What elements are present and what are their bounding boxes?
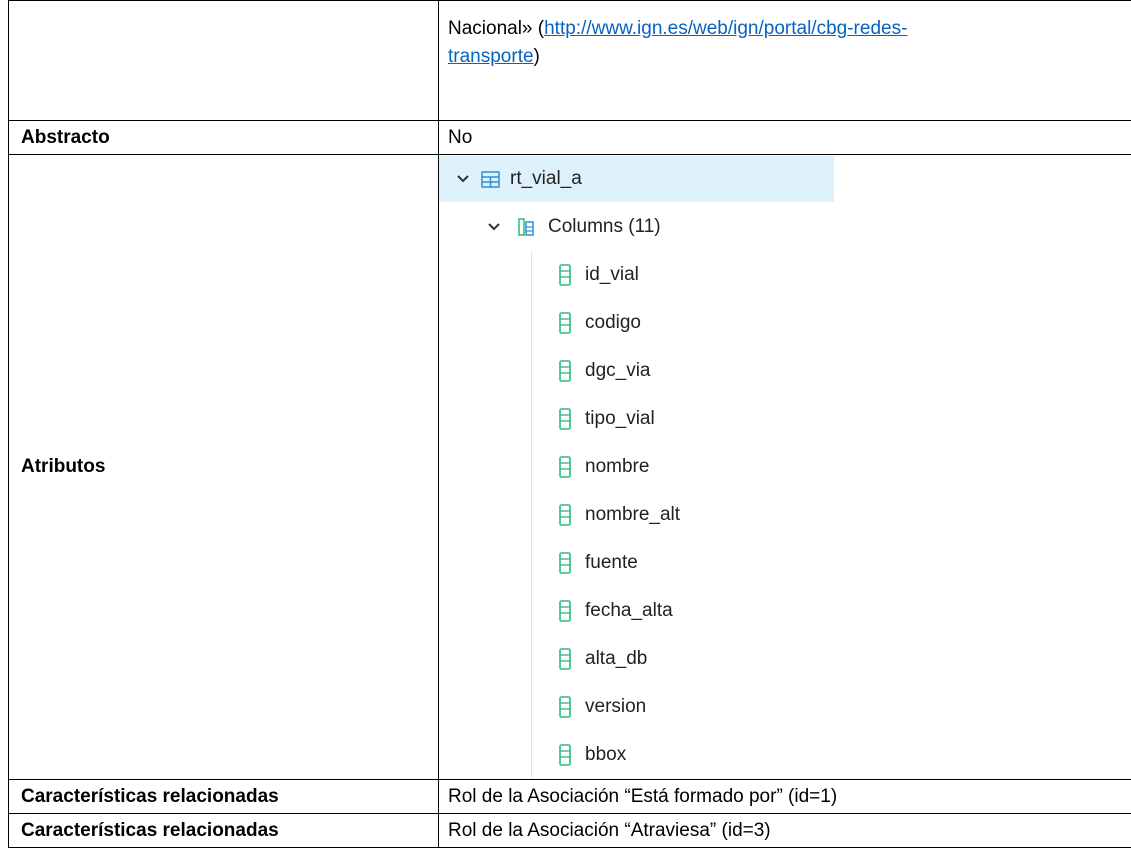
column-icon (559, 504, 585, 526)
column-name: id_vial (585, 261, 639, 289)
chevron-down-icon[interactable] (453, 165, 473, 193)
column-name: version (585, 693, 646, 721)
column-name: fecha_alta (585, 597, 673, 625)
abstract-value: No (439, 121, 1131, 155)
column-icon (559, 744, 585, 766)
column-item[interactable]: id_vial (559, 252, 639, 298)
empty-label-cell (9, 1, 439, 121)
source-text-prefix: Nacional» ( (448, 18, 544, 39)
column-icon (559, 408, 585, 430)
source-text-suffix: ) (534, 46, 540, 67)
column-item[interactable]: bbox (559, 732, 626, 778)
chevron-down-icon[interactable] (484, 213, 504, 241)
column-icon (559, 552, 585, 574)
tree-guide-line (531, 252, 532, 780)
source-value-cell: Nacional» (http://www.ign.es/web/ign/por… (439, 1, 1131, 121)
attributes-label: Atributos (9, 155, 439, 780)
columns-group-label: Columns (11) (548, 213, 661, 241)
source-link-line2: transporte (448, 46, 534, 67)
column-item[interactable]: tipo_vial (559, 396, 655, 442)
column-icon (559, 360, 585, 382)
table-icon (481, 171, 500, 188)
column-item[interactable]: dgc_via (559, 348, 651, 394)
column-item[interactable]: nombre (559, 444, 649, 490)
table-name: rt_vial_a (510, 165, 582, 193)
column-icon (559, 264, 585, 286)
column-item[interactable]: version (559, 684, 646, 730)
column-icon (559, 456, 585, 478)
column-name: alta_db (585, 645, 647, 673)
tree-table-node[interactable]: rt_vial_a (439, 156, 834, 202)
column-name: nombre (585, 453, 649, 481)
column-name: dgc_via (585, 357, 651, 385)
column-icon (559, 600, 585, 622)
related-label-1: Características relacionadas (9, 780, 439, 814)
column-item[interactable]: fuente (559, 540, 638, 586)
tree-columns-node[interactable]: Columns (11) (484, 204, 661, 250)
column-icon (559, 648, 585, 670)
table-row: Características relacionadas Rol de la A… (9, 814, 1131, 848)
properties-table: Nacional» (http://www.ign.es/web/ign/por… (8, 0, 1131, 848)
column-name: nombre_alt (585, 501, 680, 529)
related-label-2: Características relacionadas (9, 814, 439, 848)
source-link-line1: http://www.ign.es/web/ign/portal/cbg-red… (544, 18, 907, 39)
column-name: tipo_vial (585, 405, 655, 433)
column-icon (559, 696, 585, 718)
table-row: Nacional» (http://www.ign.es/web/ign/por… (9, 1, 1131, 121)
column-name: fuente (585, 549, 638, 577)
related-value-1: Rol de la Asociación “Está formado por” … (439, 780, 1131, 814)
table-row: Abstracto No (9, 121, 1131, 155)
abstract-label: Abstracto (9, 121, 439, 155)
related-value-2: Rol de la Asociación “Atraviesa” (id=3) (439, 814, 1131, 848)
table-row: Atributos rt_vial_a (9, 155, 1131, 780)
column-item[interactable]: fecha_alta (559, 588, 673, 634)
table-row: Características relacionadas Rol de la A… (9, 780, 1131, 814)
attributes-value-cell: rt_vial_a Columns (11) (439, 155, 1131, 780)
column-name: codigo (585, 309, 641, 337)
column-item[interactable]: nombre_alt (559, 492, 680, 538)
columns-icon (518, 217, 534, 237)
column-name: bbox (585, 741, 626, 769)
column-item[interactable]: alta_db (559, 636, 647, 682)
column-item[interactable]: codigo (559, 300, 641, 346)
column-icon (559, 312, 585, 334)
db-tree-screenshot: rt_vial_a Columns (11) (439, 156, 834, 780)
